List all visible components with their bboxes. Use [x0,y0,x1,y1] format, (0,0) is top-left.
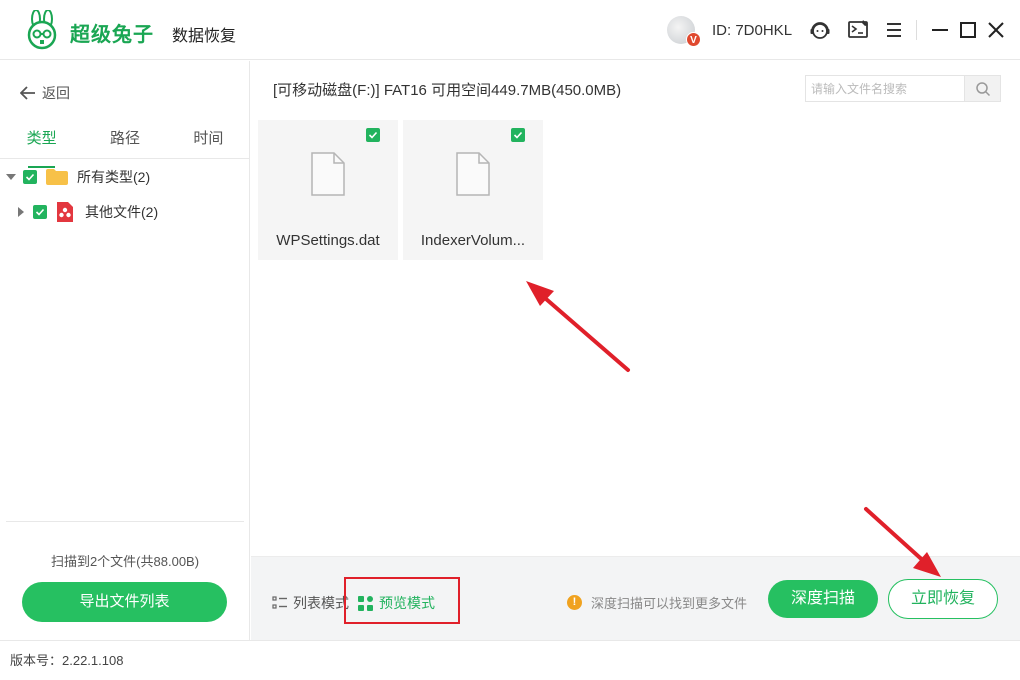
product-name: 数据恢复 [172,26,237,45]
checkbox-checked[interactable] [23,170,37,184]
back-button[interactable]: 返回 [20,83,70,103]
tree-item-other-files[interactable]: 其他文件(2) [15,201,158,223]
preview-mode-label: 预览模式 [379,595,435,611]
tree-item-all-types[interactable]: 所有类型(2) [5,167,150,187]
checkbox-checked[interactable] [366,128,380,142]
customer-service-icon[interactable] [808,18,832,42]
sidebar: 返回 类型 路径 时间 所有类型(2) 其他文件(2) 扫描到2个文件(共88.… [0,61,250,640]
user-id: ID: 7D0HKL [712,22,793,39]
version-footer: 版本号：2.22.1.108 [0,640,1020,680]
menu-icon[interactable] [882,18,906,42]
close-icon[interactable] [984,18,1008,42]
brand-name: 超级兔子 [70,22,154,46]
app-window: 超级兔子 数据恢复 V ID: 7D0HKL 返回 类型 路径 时间 所有类型(… [0,0,1020,680]
back-label: 返回 [42,85,70,101]
maximize-icon[interactable] [956,18,980,42]
recover-now-button[interactable]: 立即恢复 [888,579,998,619]
feedback-icon[interactable] [847,18,871,42]
caret-down-icon[interactable] [5,171,17,183]
main-panel: [可移动磁盘(F:)] FAT16 可用空间449.7MB(450.0MB) W… [251,61,1020,640]
checkbox-checked[interactable] [33,205,47,219]
action-bar: 列表模式 预览模式 ! 深度扫描可以找到更多文件 深度扫描 立即恢复 [251,556,1020,640]
checkbox-checked[interactable] [511,128,525,142]
search-input[interactable] [806,76,964,101]
header-divider [916,20,917,40]
folder-icon [46,169,68,185]
filter-tabs: 类型 路径 时间 [0,129,250,168]
vip-badge: V [686,32,701,47]
list-view-icon [272,596,287,609]
deep-scan-button[interactable]: 深度扫描 [768,580,878,618]
scan-summary: 扫描到2个文件(共88.00B) [50,554,200,569]
search-button[interactable] [964,76,1000,101]
minimize-icon[interactable] [928,18,952,42]
search-icon [975,81,990,96]
preview-mode-button[interactable]: 预览模式 [357,593,435,613]
list-mode-button[interactable]: 列表模式 [272,593,349,613]
file-icon [311,152,345,196]
deep-scan-tip: ! 深度扫描可以找到更多文件 [567,593,747,612]
grid-view-icon [358,595,373,611]
warning-icon: ! [567,595,582,610]
search-box [805,75,1001,102]
sidebar-divider [6,521,244,522]
tree-item-label: 所有类型(2) [77,169,151,185]
file-name: IndexerVolum... [420,232,526,249]
tab-path[interactable]: 路径 [83,129,166,158]
rabbit-logo-icon [27,10,57,50]
caret-right-icon[interactable] [15,206,27,218]
tab-time[interactable]: 时间 [167,129,250,158]
arrow-left-icon [20,86,35,100]
file-card[interactable]: WPSettings.dat [258,120,398,260]
tab-type[interactable]: 类型 [0,129,83,168]
file-card[interactable]: IndexerVolum... [403,120,543,260]
title-bar: 超级兔子 数据恢复 V ID: 7D0HKL [0,0,1020,60]
export-file-list-button[interactable]: 导出文件列表 [22,582,227,622]
list-mode-label: 列表模式 [293,595,349,611]
tree-item-label: 其他文件(2) [85,204,159,220]
file-icon [456,152,490,196]
tip-text: 深度扫描可以找到更多文件 [591,596,748,611]
other-file-icon [57,202,73,222]
drive-path: [可移动磁盘(F:)] FAT16 可用空间449.7MB(450.0MB) [273,82,622,99]
file-name: WPSettings.dat [276,232,380,249]
